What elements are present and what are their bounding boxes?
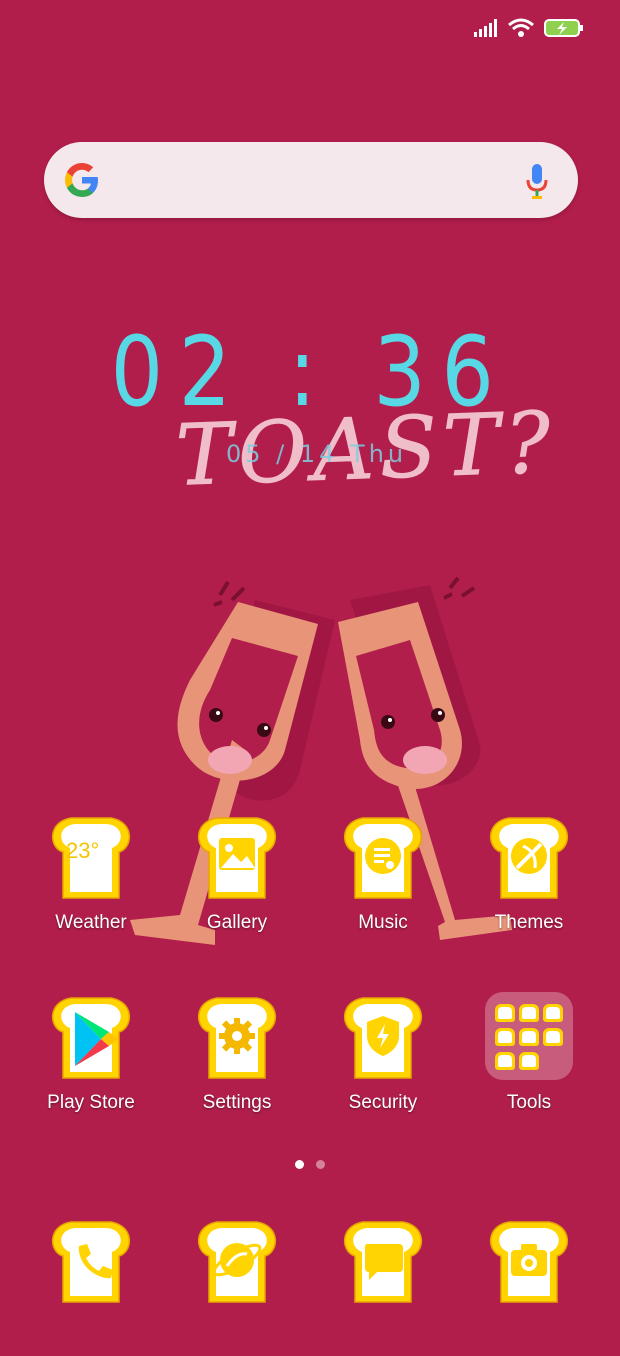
camera-icon xyxy=(479,1216,579,1306)
app-label: Weather xyxy=(55,912,127,933)
security-icon xyxy=(333,992,433,1082)
phone-icon xyxy=(41,1216,141,1306)
clock-date[interactable]: 05 / 14 Thu xyxy=(226,440,407,468)
app-label: Tools xyxy=(506,1092,552,1113)
messages-icon xyxy=(333,1216,433,1306)
wifi-icon xyxy=(508,18,534,37)
app-label: Security xyxy=(348,1092,418,1113)
dock-camera[interactable] xyxy=(464,1216,594,1356)
battery-charging-icon xyxy=(544,19,583,37)
app-label: Settings xyxy=(202,1092,272,1113)
page-dot[interactable] xyxy=(316,1160,325,1169)
app-play-store[interactable]: Play Store xyxy=(26,992,156,1132)
app-label: Play Store xyxy=(47,1092,135,1113)
dock-messages[interactable] xyxy=(318,1216,448,1356)
browser-icon xyxy=(187,1216,287,1306)
app-gallery[interactable]: Gallery xyxy=(172,812,302,952)
app-label: Music xyxy=(358,912,408,933)
app-settings[interactable]: Settings xyxy=(172,992,302,1132)
play-store-icon xyxy=(41,992,141,1082)
gallery-icon xyxy=(187,812,287,902)
app-tools-folder[interactable]: Tools xyxy=(464,992,594,1132)
music-icon xyxy=(333,812,433,902)
app-label: Themes xyxy=(494,912,564,933)
app-security[interactable]: Security xyxy=(318,992,448,1132)
search-input[interactable] xyxy=(122,158,506,204)
weather-temp: 23° xyxy=(66,838,100,863)
mic-icon[interactable] xyxy=(526,162,548,200)
themes-icon xyxy=(479,812,579,902)
page-indicator[interactable] xyxy=(0,1160,620,1169)
page-dot-active[interactable] xyxy=(295,1160,304,1169)
app-label: Gallery xyxy=(206,912,268,933)
app-weather[interactable]: 23° Weather xyxy=(26,812,156,952)
app-themes[interactable]: Themes xyxy=(464,812,594,952)
dock-phone[interactable] xyxy=(26,1216,156,1356)
google-search-bar[interactable] xyxy=(44,142,578,218)
signal-icon xyxy=(474,19,497,37)
dock-browser[interactable] xyxy=(172,1216,302,1356)
settings-icon xyxy=(187,992,287,1082)
folder-icon xyxy=(485,992,573,1080)
google-logo-icon xyxy=(65,163,98,197)
status-bar xyxy=(474,14,584,42)
clock-time[interactable]: 02 : 36 xyxy=(43,316,576,428)
app-music[interactable]: Music xyxy=(318,812,448,952)
